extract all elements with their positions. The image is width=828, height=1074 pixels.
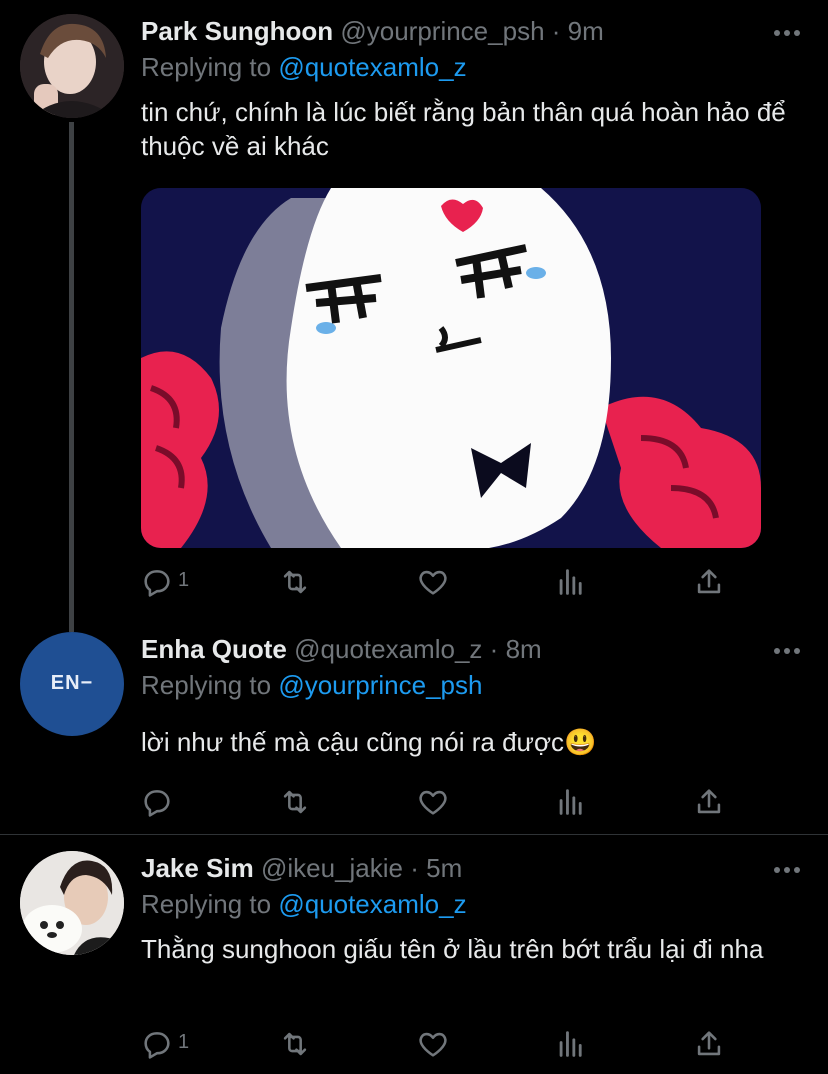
timestamp[interactable]: 8m (506, 634, 542, 664)
like-action[interactable] (416, 1027, 450, 1061)
share-action[interactable] (692, 785, 726, 819)
reply-action[interactable]: 1 (140, 1027, 189, 1061)
analytics-action[interactable] (554, 565, 588, 599)
replying-to-label: Replying to (141, 52, 272, 82)
handle[interactable]: @ikeu_jakie (261, 853, 403, 883)
reply-action[interactable] (140, 785, 174, 819)
reply-icon[interactable] (140, 1027, 174, 1061)
share-icon[interactable] (692, 785, 726, 819)
replying-to: Replying to @quotexamlo_z (141, 889, 467, 920)
reply-icon[interactable] (140, 565, 174, 599)
share-action[interactable] (692, 565, 726, 599)
analytics-action[interactable] (554, 1027, 588, 1061)
display-name[interactable]: Park Sunghoon (141, 16, 333, 46)
reply-count: 1 (178, 569, 190, 591)
more-icon[interactable] (774, 30, 800, 38)
like-icon[interactable] (416, 785, 450, 819)
tweet-text: lời như thế mà cậu cũng nói ra được😃 (141, 727, 597, 757)
like-icon[interactable] (416, 1027, 450, 1061)
handle[interactable]: @yourprince_psh (340, 16, 544, 46)
separator: · (489, 634, 499, 664)
tweet-3[interactable]: Jake Sim @ikeu_jakie · 5m Replying to @q… (0, 835, 828, 1074)
display-name[interactable]: Enha Quote (141, 634, 287, 664)
handle[interactable]: @quotexamlo_z (294, 634, 482, 664)
more-icon[interactable] (774, 867, 800, 875)
retweet-action[interactable] (278, 565, 312, 599)
reply-icon[interactable] (140, 785, 174, 819)
tweet-2[interactable]: EN− Enha Quote @quotexamlo_z · 8m Replyi… (0, 620, 828, 834)
share-icon[interactable] (692, 565, 726, 599)
tweet-text: tin chứ, chính là lúc biết rằng bản thân… (141, 97, 786, 161)
retweet-action[interactable] (278, 1027, 312, 1061)
analytics-icon[interactable] (554, 1027, 588, 1061)
separator: · (551, 16, 561, 46)
reply-count: 1 (178, 1031, 190, 1053)
avatar-jake-sim[interactable] (20, 851, 124, 955)
replying-to-label: Replying to (141, 670, 272, 700)
like-icon[interactable] (416, 565, 450, 599)
mention-link[interactable]: @quotexamlo_z (278, 889, 466, 919)
like-action[interactable] (416, 785, 450, 819)
retweet-icon[interactable] (278, 565, 312, 599)
tweet-actions: 1 (140, 565, 740, 599)
separator: · (410, 853, 419, 883)
timestamp[interactable]: 9m (568, 16, 604, 46)
share-action[interactable] (692, 1027, 726, 1061)
tweet-actions: 1 (140, 1027, 740, 1061)
analytics-action[interactable] (554, 785, 588, 819)
mention-link[interactable]: @yourprince_psh (278, 670, 482, 700)
replying-to: Replying to @quotexamlo_z (141, 52, 467, 83)
meme-image[interactable] (141, 188, 761, 548)
retweet-icon[interactable] (278, 785, 312, 819)
tweet-1[interactable]: Park Sunghoon @yourprince_psh · 9m Reply… (0, 0, 828, 620)
retweet-icon[interactable] (278, 1027, 312, 1061)
tweet-header: Jake Sim @ikeu_jakie · 5m (141, 853, 462, 884)
more-icon[interactable] (774, 648, 800, 656)
tweet-header: Enha Quote @quotexamlo_z · 8m (141, 634, 542, 665)
share-icon[interactable] (692, 1027, 726, 1061)
tweet-actions (140, 785, 740, 819)
analytics-icon[interactable] (554, 785, 588, 819)
retweet-action[interactable] (278, 785, 312, 819)
replying-to: Replying to @yourprince_psh (141, 670, 482, 701)
timestamp[interactable]: 5m (426, 853, 462, 883)
like-action[interactable] (416, 565, 450, 599)
avatar-park-sunghoon[interactable] (20, 14, 124, 118)
display-name[interactable]: Jake Sim (141, 853, 254, 883)
tweet-header: Park Sunghoon @yourprince_psh · 9m (141, 16, 604, 47)
mention-link[interactable]: @quotexamlo_z (278, 52, 466, 82)
avatar-enha-quote[interactable]: EN− (20, 632, 124, 736)
replying-to-label: Replying to (141, 889, 272, 919)
reply-action[interactable]: 1 (140, 565, 189, 599)
tweet-text: Thằng sunghoon giấu tên ở lầu trên bớt t… (141, 934, 764, 964)
analytics-icon[interactable] (554, 565, 588, 599)
avatar-logo-text: EN− (50, 672, 94, 694)
